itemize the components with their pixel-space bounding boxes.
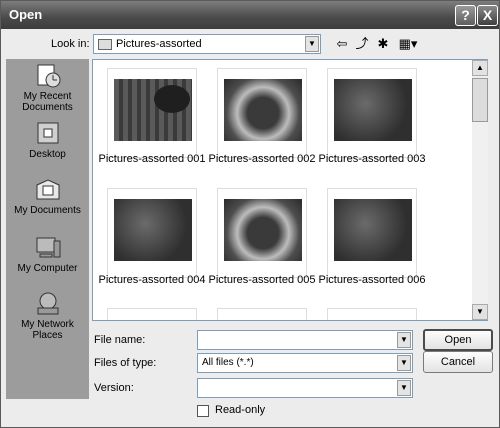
file-type-value: All files (*.*): [202, 357, 254, 368]
thumbnail-image: [114, 79, 192, 141]
scroll-up-icon[interactable]: ▲: [472, 60, 488, 76]
place-label: Desktop: [29, 149, 66, 160]
file-list-view[interactable]: Pictures-assorted 001 Pictures-assorted …: [92, 59, 488, 321]
file-caption[interactable]: Pictures-assorted 006: [317, 274, 427, 286]
look-in-dropdown[interactable]: Pictures-assorted ▼: [93, 34, 321, 54]
scroll-thumb[interactable]: [472, 78, 488, 122]
read-only-label: Read-only: [215, 404, 266, 416]
chevron-down-icon[interactable]: ▼: [305, 36, 319, 52]
title-bar[interactable]: Open ? X: [1, 1, 499, 29]
place-label: My Documents: [14, 205, 81, 216]
thumbnail-image: [334, 199, 412, 261]
file-thumbnail[interactable]: [217, 188, 307, 278]
thumbnail-image: [114, 199, 192, 261]
file-thumbnail[interactable]: [107, 188, 197, 278]
new-folder-icon[interactable]: ✱: [374, 35, 392, 53]
open-button[interactable]: Open: [423, 329, 493, 351]
thumbnail-image: [224, 79, 302, 141]
network-places-icon: [37, 292, 58, 315]
look-in-value: Pictures-assorted: [116, 38, 202, 50]
place-label: My Network Places: [21, 319, 74, 341]
file-thumbnail[interactable]: [217, 308, 307, 320]
back-arrow-icon[interactable]: ⇦: [333, 35, 351, 53]
open-dialog: Open ? X Look in: Pictures-assorted ▼ ⇦ …: [0, 0, 500, 428]
vertical-scrollbar[interactable]: ▲ ▼: [472, 60, 488, 320]
place-network-places[interactable]: My Network Places: [6, 291, 89, 341]
file-name-label: File name:: [94, 334, 146, 346]
up-folder-icon[interactable]: ⤴: [353, 35, 371, 53]
look-in-label: Look in:: [51, 38, 90, 50]
version-dropdown[interactable]: ▼: [197, 378, 413, 398]
file-name-field[interactable]: ▼: [197, 330, 413, 350]
file-type-label: Files of type:: [94, 357, 157, 369]
file-caption[interactable]: Pictures-assorted 003: [317, 153, 427, 165]
chevron-down-icon[interactable]: ▼: [397, 380, 411, 396]
my-computer-icon: [36, 237, 60, 258]
thumbnail-image: [334, 79, 412, 141]
file-type-dropdown[interactable]: All files (*.*) ▼: [197, 353, 413, 373]
dialog-title: Open: [9, 7, 43, 22]
version-label: Version:: [94, 382, 134, 394]
file-thumbnail[interactable]: [327, 68, 417, 158]
thumbnail-image: [224, 199, 302, 261]
place-my-documents[interactable]: My Documents: [6, 177, 89, 216]
cancel-button[interactable]: Cancel: [423, 351, 493, 373]
file-thumbnail[interactable]: [107, 68, 197, 158]
file-thumbnail[interactable]: [217, 68, 307, 158]
place-desktop[interactable]: Desktop: [6, 121, 89, 160]
file-thumbnail[interactable]: [107, 308, 197, 320]
recent-documents-icon: [37, 64, 60, 88]
places-bar: My Recent Documents Desktop My Documents…: [6, 59, 89, 399]
scroll-down-icon[interactable]: ▼: [472, 304, 488, 320]
file-caption[interactable]: Pictures-assorted 001: [97, 153, 207, 165]
place-my-computer[interactable]: My Computer: [6, 235, 89, 274]
views-menu-icon[interactable]: ▦▾: [396, 35, 420, 53]
desktop-icon: [37, 122, 58, 144]
folder-icon: [98, 39, 112, 50]
place-recent-documents[interactable]: My Recent Documents: [6, 63, 89, 113]
file-thumbnail[interactable]: [327, 308, 417, 320]
place-label: My Computer: [17, 263, 78, 274]
read-only-checkbox[interactable]: [197, 405, 209, 417]
help-button[interactable]: ?: [455, 5, 476, 26]
place-label: My Recent Documents: [22, 91, 73, 113]
file-caption[interactable]: Pictures-assorted 004: [97, 274, 207, 286]
my-documents-icon: [36, 179, 59, 200]
chevron-down-icon[interactable]: ▼: [397, 355, 411, 371]
close-button[interactable]: X: [477, 5, 498, 26]
file-caption[interactable]: Pictures-assorted 005: [207, 274, 317, 286]
file-caption[interactable]: Pictures-assorted 002: [207, 153, 317, 165]
file-thumbnail[interactable]: [327, 188, 417, 278]
chevron-down-icon[interactable]: ▼: [397, 332, 411, 348]
